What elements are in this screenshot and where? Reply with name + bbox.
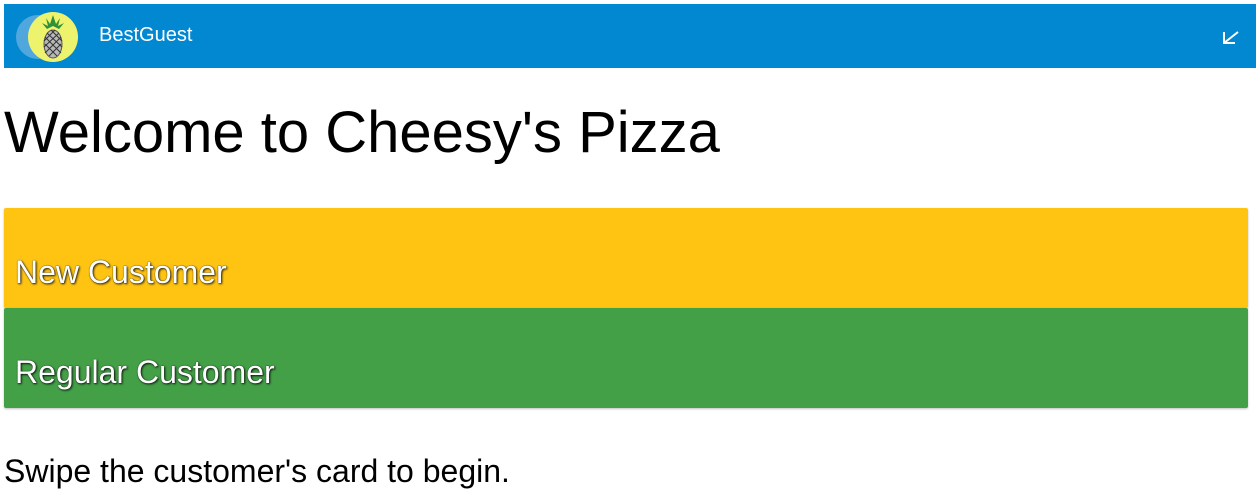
page-title: Welcome to Cheesy's Pizza [4,100,720,165]
new-customer-label: New Customer [15,254,227,290]
app-page: BestGuest Welcome to Cheesy's Pizza New … [4,4,1256,496]
regular-customer-button[interactable]: Regular Customer [4,308,1248,408]
new-customer-button[interactable]: New Customer [4,208,1248,308]
pineapple-logo-icon [16,12,78,62]
app-title: BestGuest [99,24,193,46]
collapse-arrow-icon[interactable] [1220,26,1242,48]
regular-customer-label: Regular Customer [15,354,275,390]
card-swipe-instructions: Swipe the customer's card to begin. [4,453,510,489]
app-bar: BestGuest [4,4,1256,68]
